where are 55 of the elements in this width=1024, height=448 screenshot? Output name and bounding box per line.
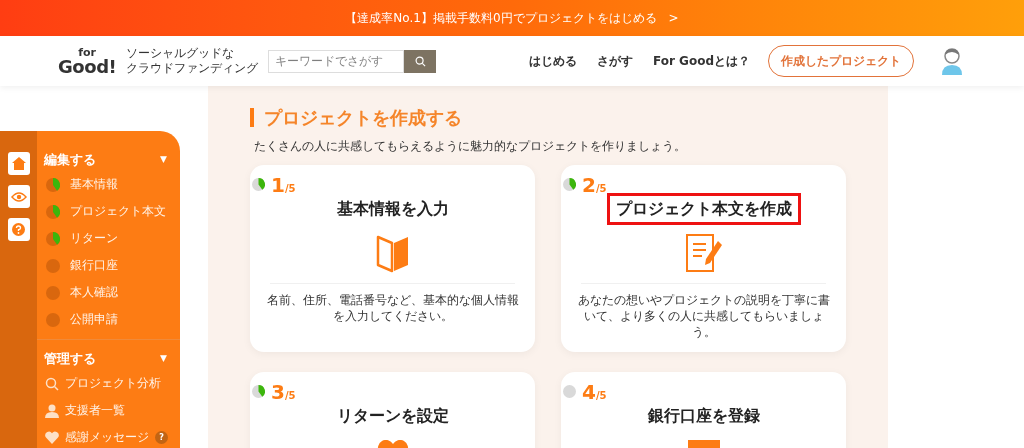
step-card[interactable]: 1/5 基本情報を入力 名前、住所、電話番号など、基本的な個人情報を入力してください。: [250, 165, 535, 352]
sidebar-item[interactable]: 感謝メッセージ ?: [37, 424, 180, 448]
promo-text: 【達成率No.1】掲載手数料0円でプロジェクトをはじめる: [345, 10, 657, 27]
card-title: 基本情報を入力: [335, 198, 450, 220]
sidebar-item[interactable]: 基本情報: [37, 171, 180, 198]
card-title: 銀行口座を登録: [646, 405, 761, 427]
search-field[interactable]: キーワードでさがす: [268, 49, 405, 73]
step-card[interactable]: 2/5 プロジェクト本文を作成 あなたの想いやプロジェクトの説明を丁寧に書いて、より多くの人に共感してもらいましょう。: [561, 165, 846, 352]
document-pen-icon: [683, 233, 724, 273]
help-badge[interactable]: ?: [155, 431, 168, 444]
logo[interactable]: for Good!: [58, 46, 117, 76]
step-card[interactable]: 4/5 銀行口座を登録: [561, 372, 846, 448]
sidebar-item[interactable]: 銀行口座: [37, 252, 180, 279]
card-title: リターンを設定: [335, 405, 450, 427]
sidebar-item[interactable]: 公開申請: [37, 306, 180, 333]
person-icon: [45, 403, 59, 418]
search-icon: [45, 376, 59, 391]
nav-link[interactable]: はじめる: [529, 52, 577, 70]
card-title: プロジェクト本文を作成: [606, 193, 801, 225]
eye-icon: [10, 191, 27, 202]
search-button[interactable]: [404, 49, 437, 73]
home-icon: [11, 157, 26, 170]
nav-link[interactable]: For Goodとは？: [653, 52, 750, 70]
sidebar-item[interactable]: 本人確認: [37, 279, 180, 306]
step-card[interactable]: 3/5 リターンを設定: [250, 372, 535, 448]
page-description: たくさんの人に共感してもらえるように魅力的なプロジェクトを作りましょう。: [254, 138, 687, 155]
title-accent: [250, 108, 254, 127]
tagline-text: クラウドファンディング: [126, 61, 259, 76]
card-description: 名前、住所、電話番号など、基本的な個人情報を入力してください。: [265, 292, 520, 324]
step-counter: 3/5: [271, 382, 296, 402]
promo-banner[interactable]: 【達成率No.1】掲載手数料0円でプロジェクトをはじめる >: [0, 0, 1024, 36]
book-icon: [375, 233, 410, 273]
sidebar-item[interactable]: 支援者一覧: [37, 397, 180, 424]
tagline-text: ソーシャルグッドな: [126, 46, 236, 61]
user-avatar-icon[interactable]: [940, 47, 964, 75]
sidebar-item[interactable]: プロジェクト分析: [37, 370, 180, 397]
page-title: プロジェクトを作成する: [264, 106, 462, 130]
collapse-caret[interactable]: ▼: [160, 352, 167, 366]
collapse-caret[interactable]: ▼: [160, 153, 167, 167]
preview-button[interactable]: [7, 185, 30, 208]
help-button[interactable]: [7, 218, 30, 241]
home-button[interactable]: [7, 152, 30, 175]
step-counter: 4/5: [582, 382, 607, 402]
chevron-text: >: [668, 10, 679, 27]
nav-link[interactable]: さがす: [597, 52, 633, 70]
section-title: 管理する: [44, 350, 96, 369]
step-counter: 1/5: [271, 175, 296, 195]
heart-icon: [45, 431, 59, 444]
sidebar-item[interactable]: プロジェクト本文: [37, 198, 180, 225]
step-counter: 2/5: [582, 175, 607, 195]
search-icon: [414, 55, 426, 67]
card-description: あなたの想いやプロジェクトの説明を丁寧に書いて、より多くの人に共感してもらいましょう。: [576, 292, 831, 340]
section-title: 編集する: [44, 151, 96, 170]
sidebar-item[interactable]: リターン: [37, 225, 180, 252]
help-icon: [12, 223, 25, 236]
